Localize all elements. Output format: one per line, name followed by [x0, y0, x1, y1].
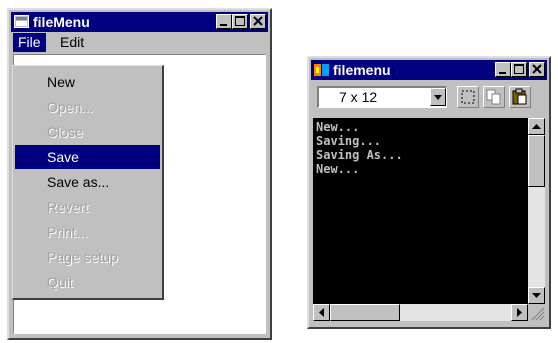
menu-item-save[interactable]: Save: [15, 145, 160, 169]
menu-item-save-as[interactable]: Save as...: [15, 170, 160, 194]
console-title-bar[interactable]: filemenu: [311, 60, 547, 80]
paste-icon[interactable]: [509, 86, 531, 108]
console-line: Saving...: [316, 134, 382, 148]
horizontal-scroll-thumb[interactable]: [330, 304, 400, 321]
console-output[interactable]: New... Saving... Saving As... New...: [313, 118, 528, 304]
ms-dos-icon: [314, 63, 330, 80]
console-toolbar: 7 x 12: [311, 82, 547, 112]
menu-file[interactable]: File: [13, 33, 46, 52]
maximize-icon[interactable]: [232, 14, 248, 29]
vertical-scrollbar[interactable]: [528, 118, 545, 304]
window-title: fileMenu: [33, 14, 90, 30]
resize-grip-icon[interactable]: [528, 304, 545, 321]
scroll-left-icon[interactable]: [313, 304, 330, 321]
console-line: New...: [316, 120, 360, 134]
mark-icon[interactable]: [457, 86, 479, 108]
minimize-icon[interactable]: [216, 14, 232, 29]
console-line: New...: [316, 162, 360, 176]
menu-edit[interactable]: Edit: [55, 33, 89, 52]
scroll-right-icon[interactable]: [511, 304, 528, 321]
scroll-down-icon[interactable]: [528, 287, 545, 304]
font-size-value: 7 x 12: [339, 89, 378, 105]
horizontal-scrollbar[interactable]: [313, 304, 528, 321]
console-window: filemenu 7 x 12 New... Saving... Saving …: [307, 56, 551, 329]
menu-item-quit: Quit: [47, 274, 73, 290]
console-line: Saving As...: [316, 148, 403, 162]
menu-item-new[interactable]: New: [15, 70, 160, 94]
maximize-icon[interactable]: [511, 62, 527, 77]
menu-item-close: Close: [47, 124, 83, 140]
menu-item-print: Print...: [47, 224, 88, 240]
close-icon[interactable]: [250, 14, 266, 29]
chevron-down-icon[interactable]: [430, 88, 446, 106]
minimize-icon[interactable]: [495, 62, 511, 77]
menu-item-revert: Revert: [47, 199, 89, 215]
font-size-select[interactable]: 7 x 12: [317, 86, 447, 108]
menu-item-open: Open...: [47, 99, 93, 115]
window-icon: [14, 15, 29, 31]
menu-bar: File Edit: [11, 33, 268, 52]
console-title: filemenu: [333, 62, 391, 78]
vertical-scroll-thumb[interactable]: [528, 135, 545, 187]
copy-icon[interactable]: [483, 86, 505, 108]
menu-item-page-setup: Page setup: [47, 249, 118, 265]
scroll-up-icon[interactable]: [528, 118, 545, 135]
close-icon[interactable]: [529, 62, 545, 77]
file-menu-title-bar[interactable]: fileMenu: [11, 12, 268, 32]
file-menu-dropdown: New Open... Close Save Save as... Revert…: [12, 65, 164, 300]
